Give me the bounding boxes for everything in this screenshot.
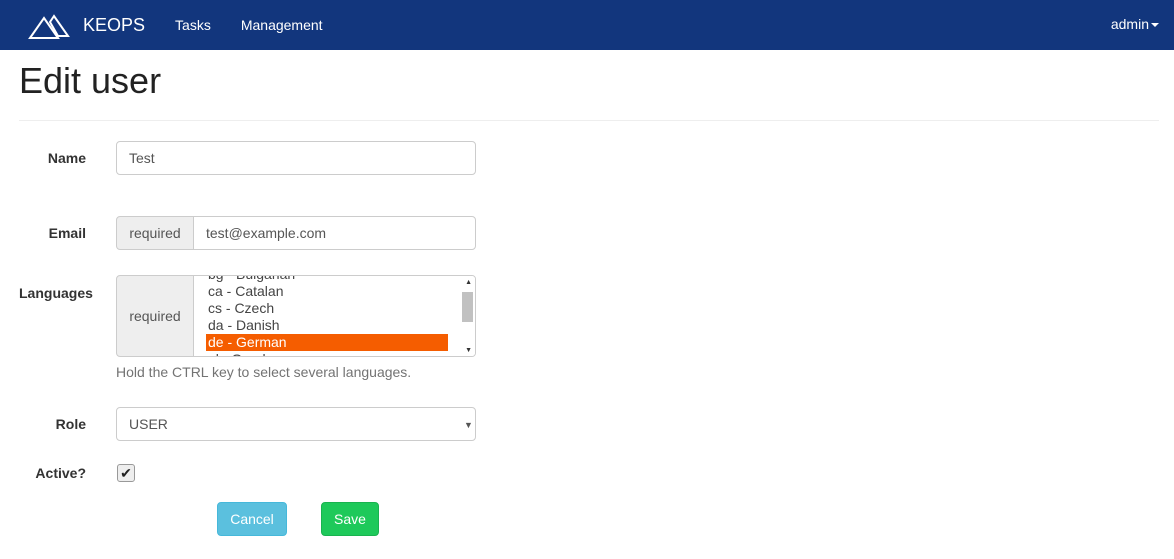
active-checkbox[interactable]: ✔ [117, 464, 135, 482]
nav-management[interactable]: Management [241, 17, 323, 33]
page-title: Edit user [19, 60, 162, 101]
languages-label: Languages [19, 285, 93, 301]
scroll-up-icon[interactable]: ▲ [465, 279, 472, 286]
user-menu[interactable]: admin [1111, 16, 1159, 32]
language-option[interactable]: ca - Catalan [206, 283, 448, 300]
select-caret-icon: ▼ [464, 420, 473, 430]
cancel-button[interactable]: Cancel [217, 502, 287, 536]
email-label: Email [48, 225, 86, 241]
divider [19, 120, 1159, 121]
languages-help: Hold the CTRL key to select several lang… [116, 364, 412, 380]
language-option[interactable]: cs - Czech [206, 300, 448, 317]
languages-required-addon: required [116, 275, 194, 357]
language-option[interactable]: el - Greek [206, 351, 448, 356]
scrollbar[interactable]: ▲ ▼ [460, 276, 475, 356]
user-name: admin [1110, 16, 1149, 32]
language-option[interactable]: de - German [206, 334, 448, 351]
caret-down-icon [1151, 23, 1159, 28]
name-label: Name [47, 150, 86, 166]
language-option[interactable]: bg - Bulgarian [206, 276, 448, 283]
role-select[interactable]: USER [116, 407, 476, 441]
language-option[interactable]: da - Danish [206, 317, 448, 334]
email-input[interactable] [193, 216, 476, 250]
email-required-addon: required [116, 216, 194, 250]
scrollbar-thumb[interactable] [462, 292, 473, 322]
scroll-down-icon[interactable]: ▼ [465, 347, 472, 354]
role-label: Role [55, 416, 86, 432]
brand-link[interactable]: KEOPS [83, 15, 145, 36]
languages-listbox[interactable]: el - Greekde - Germanda - Danishcs - Cze… [193, 275, 476, 357]
save-button[interactable]: Save [321, 502, 379, 536]
navbar: KEOPS Tasks Management admin [0, 0, 1174, 50]
nav-tasks[interactable]: Tasks [175, 17, 211, 33]
keops-logo-icon[interactable] [28, 10, 70, 40]
active-label: Active? [35, 465, 86, 481]
name-input[interactable] [116, 141, 476, 175]
